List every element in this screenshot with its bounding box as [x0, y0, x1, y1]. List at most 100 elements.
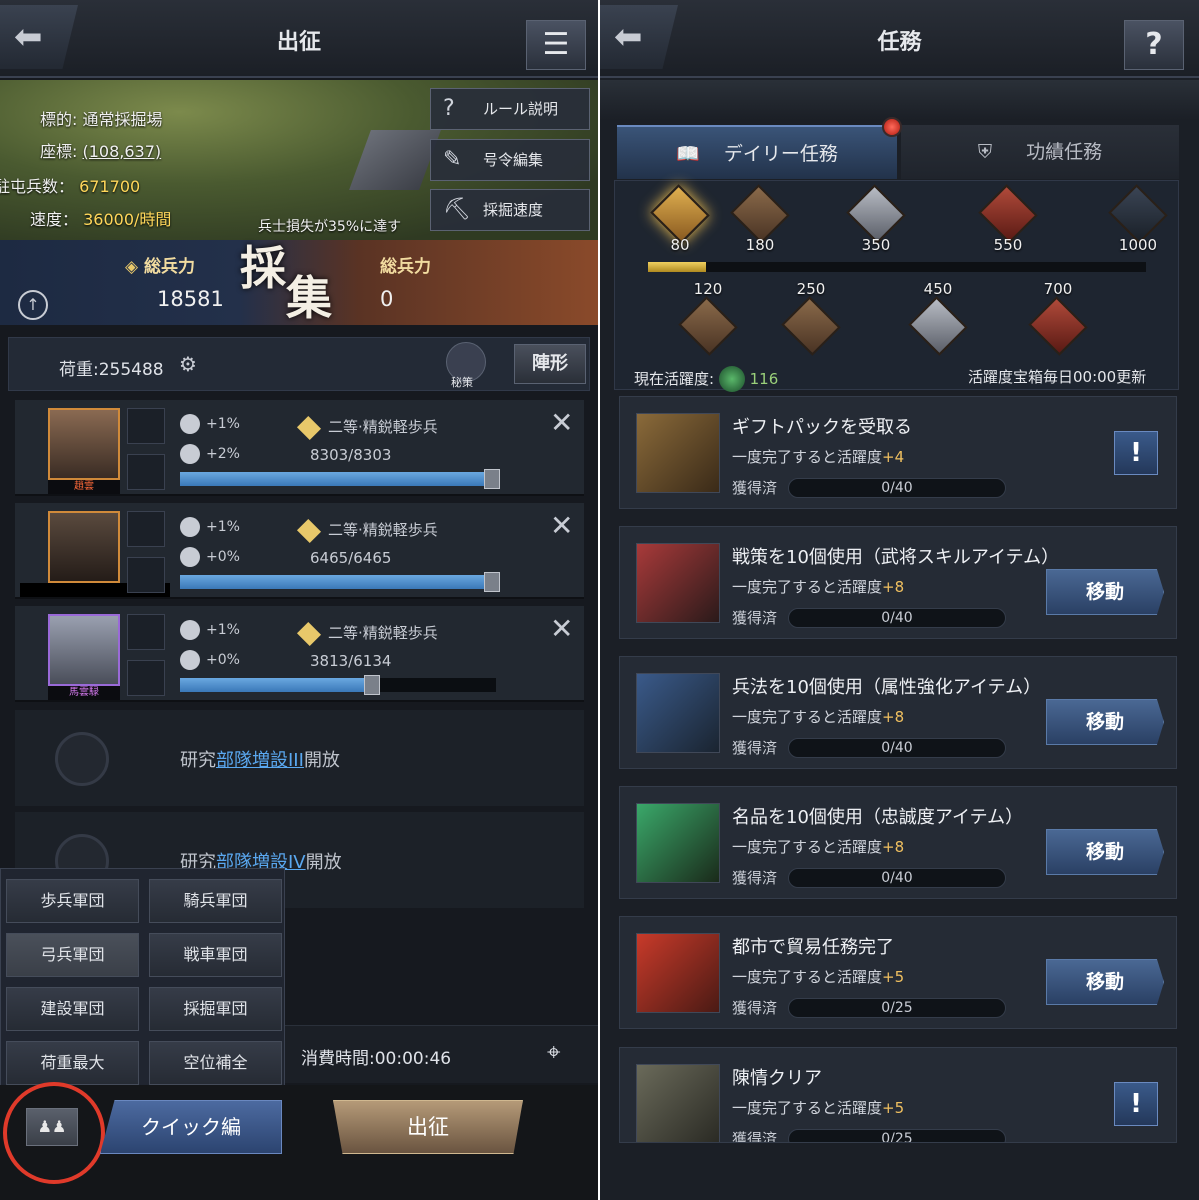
unlock-hint: 研究部隊増設III開放 [180, 746, 340, 772]
chest-icon[interactable] [781, 296, 841, 356]
troop-slot[interactable]: +1% +0% 二等·精鋭軽歩兵 6465/6465 ✕ [15, 503, 584, 599]
task-reward-value: +4 [882, 448, 905, 466]
chest-threshold: 120 [693, 280, 723, 298]
chest-icon[interactable] [678, 296, 738, 356]
troop-slider-fill [180, 472, 496, 486]
formation-button[interactable]: 陣形 [514, 344, 586, 384]
task-obtained-label: 獲得済 [732, 999, 778, 1017]
archer-legion-button[interactable]: 弓兵軍団 [6, 933, 139, 977]
fill-vacancy-button[interactable]: 空位補全 [149, 1041, 282, 1085]
slider-handle[interactable] [363, 675, 380, 695]
task-card[interactable]: 陳情クリア 一度完了すると活躍度+5 獲得済 0/25! [619, 1047, 1177, 1143]
mode-char-2: 集 [286, 271, 332, 325]
task-card[interactable]: ギフトパックを受取る 一度完了すると活躍度+4 獲得済 0/40! [619, 396, 1177, 509]
chest-threshold: 180 [745, 236, 775, 254]
task-progress: 0/40 [788, 478, 1006, 498]
attack-bonus: +1% [180, 414, 240, 434]
go-button[interactable]: 移動 [1046, 699, 1164, 745]
sub-general-slot[interactable] [127, 557, 165, 593]
sub-general-slot[interactable] [127, 511, 165, 547]
chest-icon[interactable] [650, 184, 710, 244]
help-button[interactable]: ? [1124, 20, 1184, 70]
march-topbar: ⬅ 出征 ☰ [0, 0, 598, 78]
infantry-legion-button[interactable]: 歩兵軍団 [6, 879, 139, 923]
sub-general-slot[interactable] [127, 408, 165, 444]
chest-lock-icon[interactable] [1108, 184, 1168, 244]
ally-power-text: 総兵力 [144, 257, 195, 277]
sword-icon [180, 620, 200, 640]
unit-type: 二等·精鋭軽歩兵 [296, 518, 438, 543]
task-obtained-label: 獲得済 [732, 739, 778, 757]
sub-general-slot[interactable] [127, 660, 165, 696]
task-desc: 一度完了すると活躍度 [732, 968, 883, 986]
remove-button[interactable]: ✕ [550, 612, 573, 645]
book-icon: 📖 [676, 143, 700, 165]
lock-icon [55, 732, 109, 786]
slider-handle[interactable] [484, 469, 500, 489]
troop-slider[interactable] [180, 572, 500, 592]
page-title: 出征 [276, 29, 321, 55]
task-card[interactable]: 都市で貿易任務完了 一度完了すると活躍度+5 獲得済 0/25 移動 [619, 916, 1177, 1029]
general-portrait[interactable] [48, 408, 120, 480]
max-load-button[interactable]: 荷重最大 [6, 1041, 139, 1085]
unlock-suffix: 開放 [305, 852, 342, 873]
order-edit-button[interactable]: ✎ 号令編集 [430, 139, 590, 181]
question-icon: ? [443, 96, 455, 121]
list-menu-button[interactable]: ☰ [526, 20, 586, 70]
defense-bonus-value: +0% [206, 549, 240, 565]
go-button[interactable]: 移動 [1046, 569, 1164, 615]
legion-popup: 歩兵軍団 騎兵軍団 弓兵軍団 戦車軍団 建設軍団 採掘軍団 荷重最大 空位補全 [0, 868, 285, 1086]
tab-achievement[interactable]: ⛨ 功績任務 [901, 125, 1179, 179]
defense-bonus: +0% [180, 547, 240, 567]
quick-edit-button[interactable]: クイック編 [100, 1100, 282, 1154]
chest-threshold: 350 [861, 236, 891, 254]
sub-general-slot[interactable] [127, 614, 165, 650]
rules-button[interactable]: ? ルール説明 [430, 88, 590, 130]
enemy-power-label: 総兵力 [380, 257, 431, 277]
chest-threshold: 250 [796, 280, 826, 298]
remove-button[interactable]: ✕ [550, 406, 573, 439]
location-pin-icon[interactable]: ⌖ [547, 1038, 561, 1066]
info-button[interactable]: ! [1114, 431, 1158, 475]
cavalry-legion-button[interactable]: 騎兵軍団 [149, 879, 282, 923]
remove-button[interactable]: ✕ [550, 509, 573, 542]
troop-slot[interactable]: 趙雲 +1% +2% 二等·精鋭軽歩兵 8303/8303 ✕ [15, 400, 584, 496]
troop-slider[interactable] [180, 675, 496, 695]
depart-button[interactable]: 出征 [333, 1100, 523, 1154]
garrison-value: 671700 [79, 177, 141, 196]
slider-handle[interactable] [484, 572, 500, 592]
research-link[interactable]: 部隊増設III [216, 750, 304, 771]
task-card[interactable]: 兵法を10個使用（属性強化アイテム） 一度完了すると活躍度+8 獲得済 0/40 移動 [619, 656, 1177, 769]
chest-icon[interactable] [1028, 296, 1088, 356]
mining-legion-button[interactable]: 採掘軍団 [149, 987, 282, 1031]
chest-icon[interactable] [908, 296, 968, 356]
construction-legion-button[interactable]: 建設軍団 [6, 987, 139, 1031]
troop-slider[interactable] [180, 469, 500, 489]
tab-daily[interactable]: 📖 デイリー任務 [617, 125, 897, 179]
screenshot-stage: ⬅ 出征 ☰ 標的: 通常採掘場 座標: (108,637) 駐屯兵数： 671… [0, 0, 1199, 1200]
upgrade-arrow-icon[interactable]: ↑ [18, 290, 48, 320]
chest-icon[interactable] [978, 184, 1038, 244]
go-button[interactable]: 移動 [1046, 959, 1164, 1005]
coord-link[interactable]: (108,637) [83, 142, 162, 161]
go-button[interactable]: 移動 [1046, 829, 1164, 875]
coord-row: 座標: (108,637) [40, 138, 161, 162]
chariot-legion-button[interactable]: 戦車軍団 [149, 933, 282, 977]
troop-count: 3813/6134 [310, 652, 392, 670]
gear-icon[interactable]: ⚙ [179, 352, 197, 376]
shield-icon: ⛨ [977, 141, 993, 163]
troop-slot[interactable]: 馬雲騄 +1% +0% 二等·精鋭軽歩兵 3813/6134 ✕ [15, 606, 584, 702]
sub-general-slot[interactable] [127, 454, 165, 490]
general-portrait[interactable] [48, 614, 120, 686]
task-card[interactable]: 名品を10個使用（忠誠度アイテム） 一度完了すると活躍度+8 獲得済 0/40 移動 [619, 786, 1177, 899]
troop-count: 6465/6465 [310, 549, 392, 567]
info-button[interactable]: ! [1114, 1082, 1158, 1126]
task-item-icon [636, 673, 720, 753]
general-portrait[interactable] [48, 511, 120, 583]
task-card[interactable]: 戦策を10個使用（武将スキルアイテム） 一度完了すると活躍度+8 獲得済 0/40 移動 [619, 526, 1177, 639]
activity-value: 116 [749, 369, 779, 388]
chest-icon[interactable] [730, 184, 790, 244]
mining-speed-button[interactable]: ⛏ 採掘速度 [430, 189, 590, 231]
mode-char-1: 採 [240, 241, 286, 295]
chest-icon[interactable] [846, 184, 906, 244]
